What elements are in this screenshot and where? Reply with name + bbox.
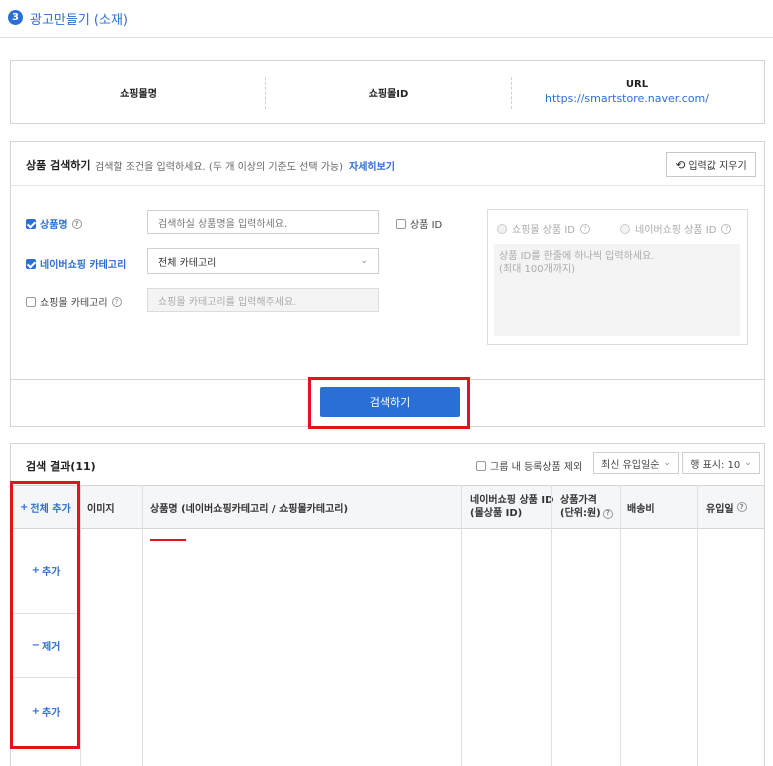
- textarea-placeholder-line: 상품 ID를 한줄에 하나씩 입력하세요.: [499, 251, 655, 262]
- rows-per-page-select[interactable]: 행 표시: 10 ⌄: [682, 452, 760, 474]
- mall-category-filter[interactable]: 쇼핑몰 카테고리 ?: [26, 294, 122, 309]
- naver-category-filter[interactable]: 네이버쇼핑 카테고리: [26, 256, 126, 271]
- help-icon[interactable]: ?: [736, 502, 747, 512]
- column-price-line: (단위:원) ?: [560, 507, 613, 520]
- shop-url-label: URL: [625, 79, 649, 90]
- rows-per-page-value: 행 표시: 10: [690, 459, 741, 471]
- refresh-icon: ⟲: [675, 157, 686, 172]
- exclude-registered-checkbox[interactable]: [476, 460, 486, 471]
- column-product-name: 상품명 (네이버쇼핑카테고리 / 쇼핑몰카테고리): [150, 503, 349, 515]
- product-id-label: 상품 ID: [410, 220, 443, 231]
- shop-url-link[interactable]: https://smartstore.naver.com/: [545, 92, 729, 105]
- naver-category-label: 네이버쇼핑 카테고리: [40, 260, 127, 271]
- highlight-box: [10, 481, 80, 749]
- textarea-placeholder-line: (최대 100개까지): [499, 264, 576, 275]
- product-id-textarea[interactable]: 상품 ID를 한줄에 하나씩 입력하세요. (최대 100개까지): [494, 244, 740, 336]
- column-divider: [461, 485, 462, 766]
- chevron-down-icon: ⌄: [744, 458, 752, 468]
- product-id-filter[interactable]: 상품 ID: [396, 216, 442, 231]
- column-inflow-date: 유입일 ?: [706, 485, 762, 529]
- naver-product-id-option[interactable]: 네이버쇼핑 상품 ID ?: [620, 221, 732, 236]
- column-price-unit: (단위:원): [560, 508, 601, 519]
- column-shipping: 배송비: [627, 503, 655, 515]
- column-naver-product-id: 네이버쇼핑 상품 ID (몰상품 ID): [470, 485, 555, 529]
- detail-link[interactable]: 자세히보기: [349, 158, 395, 173]
- naver-category-value: 전체 카테고리: [158, 257, 217, 269]
- exclude-registered-filter[interactable]: 그룹 내 등록상품 제외: [476, 458, 582, 473]
- highlight-box: [308, 377, 470, 429]
- shop-id-label: 쇼핑몰ID: [368, 88, 409, 100]
- column-image: 이미지: [87, 503, 115, 515]
- exclude-registered-label: 그룹 내 등록상품 제외: [490, 462, 583, 473]
- shop-name-label: 쇼핑몰명: [120, 88, 157, 100]
- mall-product-id-radio[interactable]: [497, 223, 507, 234]
- naver-product-id-radio[interactable]: [620, 223, 630, 234]
- product-name-checkbox[interactable]: [26, 218, 36, 229]
- help-icon[interactable]: ?: [111, 296, 122, 307]
- help-icon[interactable]: ?: [71, 218, 82, 229]
- column-price-line: 상품가격: [560, 495, 597, 506]
- shop-name-column: 쇼핑몰명: [11, 61, 266, 123]
- reset-button-label: 입력값 지우기: [688, 161, 747, 172]
- step-number-badge: 3: [8, 10, 23, 25]
- row-marker: [150, 539, 186, 541]
- column-divider: [142, 485, 143, 766]
- product-name-label: 상품명: [40, 220, 68, 231]
- product-name-filter[interactable]: 상품명 ?: [26, 216, 82, 231]
- shop-id-column: 쇼핑몰ID: [266, 61, 511, 123]
- chevron-down-icon: ⌄: [663, 458, 671, 468]
- help-icon[interactable]: ?: [602, 508, 613, 519]
- reset-button[interactable]: ⟲ 입력값 지우기: [666, 152, 756, 177]
- mall-category-checkbox[interactable]: [26, 296, 36, 307]
- mall-product-id-label: 쇼핑몰 상품 ID: [512, 225, 576, 236]
- search-description: 검색할 조건을 입력하세요. (두 개 이상의 기준도 선택 가능): [95, 162, 344, 173]
- column-divider: [697, 485, 698, 766]
- product-name-input[interactable]: 검색하실 상품명을 입력하세요.: [147, 210, 379, 234]
- mall-category-label: 쇼핑몰 카테고리: [40, 298, 108, 309]
- search-header-divider: [11, 185, 764, 186]
- mall-product-id-option[interactable]: 쇼핑몰 상품 ID ?: [497, 221, 591, 236]
- naver-category-select[interactable]: 전체 카테고리 ⌄: [147, 248, 379, 274]
- sort-value: 최신 유입일순: [601, 459, 660, 471]
- column-naver-product-id-line: (몰상품 ID): [470, 508, 523, 519]
- results-title: 검색 결과(11): [26, 460, 96, 473]
- column-divider: [80, 485, 81, 766]
- naver-product-id-label: 네이버쇼핑 상품 ID: [635, 225, 717, 236]
- help-icon[interactable]: ?: [721, 223, 732, 234]
- shop-url-column: URL https://smartstore.naver.com/: [512, 61, 762, 123]
- naver-category-checkbox[interactable]: [26, 258, 36, 269]
- chevron-down-icon: ⌄: [360, 256, 368, 266]
- column-naver-product-id-line: 네이버쇼핑 상품 ID: [470, 495, 554, 506]
- help-icon[interactable]: ?: [580, 223, 591, 234]
- column-price: 상품가격 (단위:원) ?: [560, 485, 622, 529]
- header-divider: [0, 37, 773, 38]
- sort-select[interactable]: 최신 유입일순 ⌄: [593, 452, 679, 474]
- page-title: 광고만들기 (소재): [30, 13, 128, 28]
- column-inflow-date-label: 유입일: [706, 503, 734, 515]
- product-id-checkbox[interactable]: [396, 218, 406, 229]
- search-section-title: 상품 검색하기: [26, 159, 91, 172]
- column-divider: [620, 485, 621, 766]
- mall-category-input[interactable]: 쇼핑몰 카테고리를 입력해주세요.: [147, 288, 379, 312]
- column-divider: [551, 485, 552, 766]
